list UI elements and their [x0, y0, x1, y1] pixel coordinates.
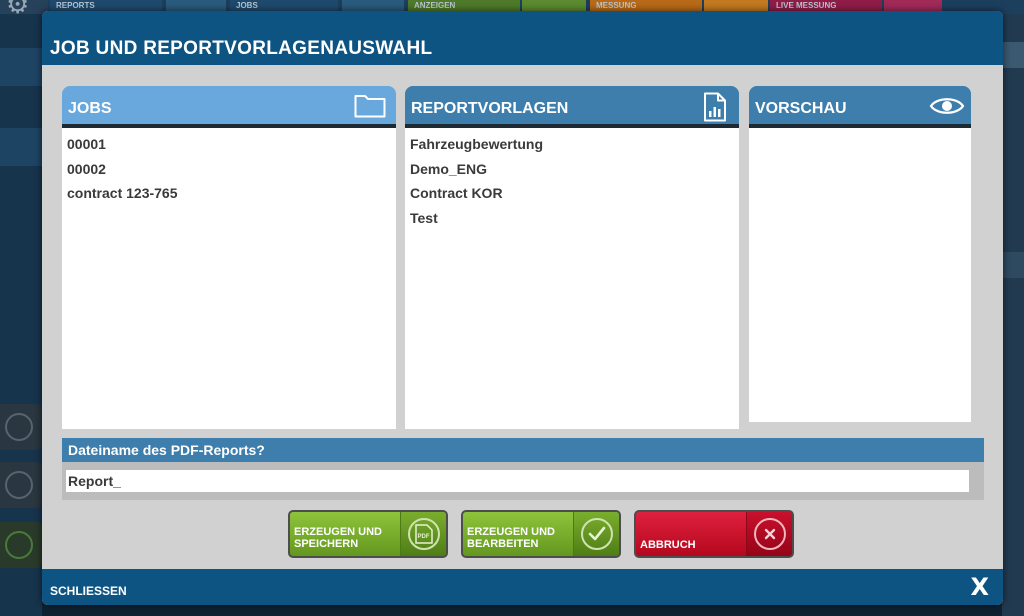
- template-item[interactable]: Fahrzeugbewertung: [405, 132, 739, 157]
- dialog-title: JOB UND REPORTVORLAGENAUSWAHL: [50, 38, 433, 59]
- pdf-filename-field-wrap: [62, 462, 984, 500]
- cancel-button[interactable]: ABBRUCH: [634, 510, 794, 558]
- pdf-filename-input[interactable]: [66, 470, 969, 492]
- jobs-panel-title: JOBS: [68, 100, 112, 117]
- dialog-footer: SCHLIESSEN X: [42, 569, 1003, 605]
- preview-panel: VORSCHAU: [749, 86, 971, 422]
- sidebar-folder-open-button[interactable]: [0, 462, 42, 508]
- template-item[interactable]: Demo_ENG: [405, 157, 739, 182]
- job-item[interactable]: 00001: [62, 132, 396, 157]
- sidebar-row[interactable]: [0, 128, 42, 166]
- sidebar-folder-button[interactable]: [0, 404, 42, 450]
- preview-panel-header: VORSCHAU: [749, 86, 971, 128]
- jobs-panel-header: JOBS: [62, 86, 396, 128]
- jobs-list: 00001 00002 contract 123-765: [62, 128, 396, 429]
- create-and-save-label-line2: SPEICHERN: [294, 538, 359, 550]
- job-item[interactable]: 00002: [62, 157, 396, 182]
- jobs-panel: JOBS 00001 00002 contract 123-765: [62, 86, 396, 429]
- close-button[interactable]: SCHLIESSEN: [50, 584, 127, 598]
- eye-icon[interactable]: [929, 95, 965, 122]
- report-templates-list: Fahrzeugbewertung Demo_ENG Contract KOR …: [405, 128, 739, 429]
- close-icon[interactable]: X: [970, 573, 989, 601]
- create-and-edit-label-line2: BEARBEITEN: [467, 538, 539, 550]
- pdf-filename-label: Dateiname des PDF-Reports?: [68, 442, 265, 458]
- right-edge-field: [1002, 42, 1024, 68]
- job-item[interactable]: contract 123-765: [62, 181, 396, 206]
- folder-icon: [354, 94, 386, 123]
- report-templates-panel: REPORTVORLAGEN Fahrzeugbewertung Demo_EN…: [405, 86, 739, 429]
- cancel-label: ABBRUCH: [640, 539, 696, 551]
- sidebar-confirm-button[interactable]: [0, 522, 42, 568]
- create-and-edit-button[interactable]: ERZEUGEN UND BEARBEITEN: [461, 510, 621, 558]
- background-right-edge: [1002, 14, 1024, 616]
- template-item[interactable]: Contract KOR: [405, 181, 739, 206]
- report-templates-panel-title: REPORTVORLAGEN: [411, 100, 569, 117]
- background-left-sidebar: [0, 14, 42, 616]
- preview-panel-title: VORSCHAU: [755, 100, 847, 117]
- pdf-filename-header: Dateiname des PDF-Reports?: [62, 438, 984, 462]
- right-edge-field: [1002, 252, 1024, 278]
- pdf-icon: PDF: [400, 512, 446, 556]
- create-and-save-button[interactable]: ERZEUGEN UND SPEICHERN PDF: [288, 510, 448, 558]
- settings-gear-icon[interactable]: ⚙: [0, 0, 48, 14]
- svg-text:PDF: PDF: [418, 534, 430, 540]
- create-and-save-label-line1: ERZEUGEN UND: [294, 526, 383, 538]
- template-item[interactable]: Test: [405, 206, 739, 231]
- create-and-edit-label-line1: ERZEUGEN UND: [467, 526, 556, 538]
- preview-area: [749, 128, 971, 422]
- job-report-template-dialog: JOB UND REPORTVORLAGENAUSWAHL JOBS 00001…: [42, 11, 1003, 605]
- dialog-header: JOB UND REPORTVORLAGENAUSWAHL: [42, 11, 1003, 65]
- check-icon: [573, 512, 619, 556]
- document-chart-icon: [703, 92, 727, 127]
- report-templates-panel-header: REPORTVORLAGEN: [405, 86, 739, 128]
- sidebar-row[interactable]: [0, 48, 42, 86]
- cancel-icon: [746, 512, 792, 556]
